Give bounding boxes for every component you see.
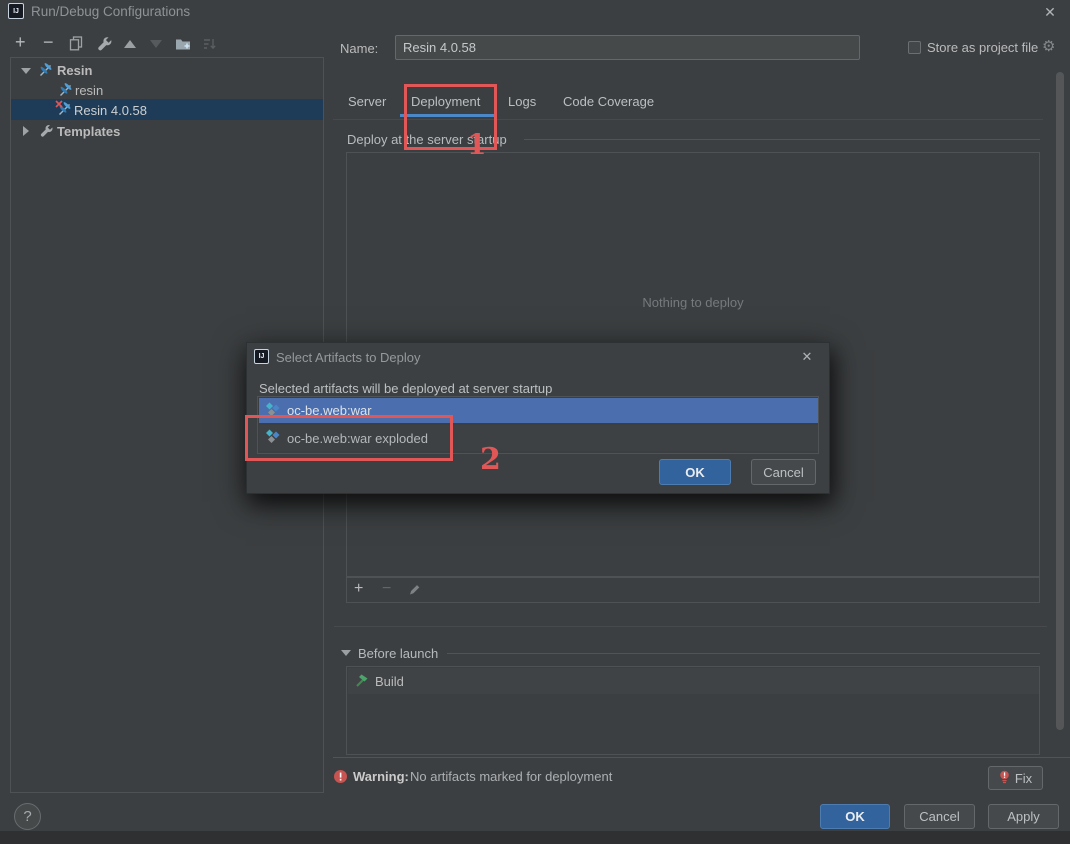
help-button[interactable]: ? bbox=[14, 803, 41, 830]
before-launch-title: Before launch bbox=[358, 646, 438, 661]
dialog-cancel-button[interactable]: Cancel bbox=[751, 459, 816, 485]
dialog-logo-icon: IJ bbox=[254, 349, 269, 364]
annotation-number-1: 1 bbox=[467, 128, 486, 161]
fix-bulb-icon bbox=[999, 770, 1010, 787]
sort-configurations-icon[interactable] bbox=[202, 37, 216, 54]
ok-button[interactable]: OK bbox=[820, 804, 890, 829]
remove-configuration-button[interactable]: − bbox=[43, 33, 54, 51]
resin-config-invalid-icon bbox=[57, 101, 73, 120]
fix-button-label: Fix bbox=[1015, 771, 1032, 786]
deployment-toolbar: + − bbox=[346, 577, 1040, 603]
dialog-title: Select Artifacts to Deploy bbox=[276, 350, 421, 365]
dialog-close-icon[interactable]: ✕ bbox=[797, 347, 817, 367]
fix-button[interactable]: Fix bbox=[988, 766, 1043, 790]
tree-item-label[interactable]: Templates bbox=[57, 124, 120, 139]
dialog-ok-label: OK bbox=[685, 465, 705, 480]
templates-wrench-icon bbox=[39, 124, 53, 141]
dialog-ok-button[interactable]: OK bbox=[659, 459, 731, 485]
apply-button[interactable]: Apply bbox=[988, 804, 1059, 829]
invalid-x-badge bbox=[55, 100, 63, 108]
deployment-edit-pencil-icon[interactable] bbox=[408, 583, 421, 599]
warning-icon bbox=[334, 770, 347, 783]
store-as-project-file-checkbox[interactable] bbox=[908, 41, 921, 54]
deploy-section-line bbox=[524, 139, 1040, 140]
tree-item-label[interactable]: Resin 4.0.58 bbox=[74, 103, 147, 118]
run-debug-configurations-window: IJ Run/Debug Configurations ✕ + − Resin … bbox=[0, 0, 1070, 844]
move-up-icon[interactable] bbox=[124, 40, 136, 48]
edit-templates-wrench-icon[interactable] bbox=[96, 36, 112, 55]
create-folder-icon[interactable] bbox=[175, 37, 193, 54]
annotation-box-step2 bbox=[245, 415, 453, 461]
chevron-right-icon[interactable] bbox=[23, 126, 29, 136]
dialog-cancel-label: Cancel bbox=[763, 465, 803, 480]
copy-configuration-icon[interactable] bbox=[69, 36, 83, 54]
build-hammer-icon bbox=[354, 673, 369, 691]
annotation-number-2: 2 bbox=[480, 442, 501, 477]
apply-button-label: Apply bbox=[1007, 809, 1040, 824]
deployment-remove-button[interactable]: − bbox=[382, 580, 391, 598]
resin-config-icon bbox=[38, 62, 54, 81]
tree-item-label[interactable]: resin bbox=[75, 83, 103, 98]
tab-logs[interactable]: Logs bbox=[508, 94, 536, 109]
before-launch-collapse-icon[interactable] bbox=[341, 650, 351, 656]
warning-message: No artifacts marked for deployment bbox=[410, 769, 612, 784]
deployment-outer-bottom-line bbox=[334, 626, 1047, 627]
name-label: Name: bbox=[340, 41, 378, 56]
deployment-add-button[interactable]: + bbox=[354, 580, 363, 598]
tree-item-templates[interactable]: Templates bbox=[11, 121, 323, 141]
tree-item-resin-group[interactable]: Resin bbox=[11, 60, 323, 80]
store-as-project-file-label: Store as project file bbox=[927, 40, 1038, 55]
vertical-scrollbar[interactable] bbox=[1056, 72, 1064, 730]
window-close-icon[interactable]: ✕ bbox=[1040, 2, 1060, 22]
before-launch-line bbox=[447, 653, 1040, 654]
name-input[interactable] bbox=[395, 35, 860, 60]
cancel-button-label: Cancel bbox=[919, 809, 959, 824]
window-bottom-edge bbox=[0, 831, 1070, 844]
footer-separator-line bbox=[333, 757, 1070, 758]
store-settings-gear-icon[interactable]: ⚙ bbox=[1042, 39, 1055, 55]
intellij-logo-icon: IJ bbox=[8, 3, 24, 19]
warning-label: Warning: bbox=[353, 769, 409, 784]
tree-item-resin-4058-selected[interactable]: Resin 4.0.58 bbox=[11, 99, 323, 120]
before-launch-list: Build bbox=[346, 666, 1040, 755]
move-down-icon[interactable] bbox=[150, 40, 162, 48]
ok-button-label: OK bbox=[845, 809, 865, 824]
dialog-description: Selected artifacts will be deployed at s… bbox=[259, 381, 552, 396]
tree-item-resin[interactable]: resin bbox=[11, 80, 323, 100]
window-title: Run/Debug Configurations bbox=[31, 4, 190, 19]
tree-item-label[interactable]: Resin bbox=[57, 63, 92, 78]
tab-code-coverage[interactable]: Code Coverage bbox=[563, 94, 654, 109]
add-configuration-button[interactable]: + bbox=[15, 33, 26, 51]
before-launch-item-label[interactable]: Build bbox=[375, 674, 404, 689]
before-launch-item-build[interactable]: Build bbox=[348, 668, 1039, 694]
chevron-down-icon[interactable] bbox=[21, 68, 31, 74]
empty-deploy-text: Nothing to deploy bbox=[347, 295, 1039, 310]
cancel-button[interactable]: Cancel bbox=[904, 804, 975, 829]
tab-server[interactable]: Server bbox=[348, 94, 386, 109]
